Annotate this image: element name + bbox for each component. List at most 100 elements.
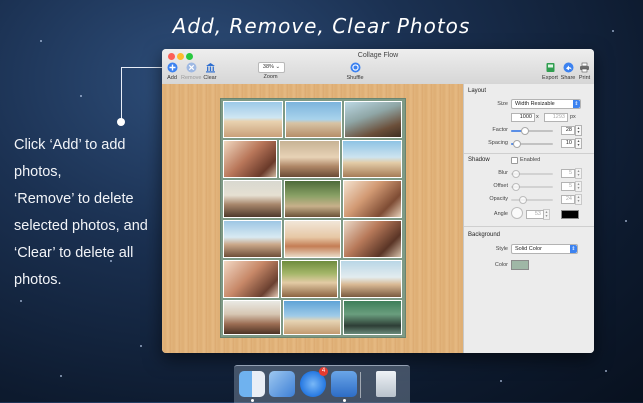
caption-line: ‘Clear’ to delete all photos.	[14, 245, 134, 288]
caption-line: selected photos, and	[14, 218, 148, 234]
spacing-field[interactable]: 10	[561, 139, 575, 148]
shadow-title: Shadow	[468, 157, 490, 163]
collage-photo[interactable]	[342, 140, 402, 178]
callout-line	[121, 67, 122, 121]
color-label: Color	[494, 262, 508, 268]
x-separator: x	[536, 114, 539, 120]
zoom-select[interactable]: 38% ⌄	[258, 62, 285, 73]
angle-stepper[interactable]: ▴ ▾	[543, 209, 550, 220]
remove-button[interactable]: Remove	[181, 62, 201, 81]
shuffle-icon	[350, 62, 361, 73]
angle-label: Angle	[493, 211, 508, 217]
spacing-label: Spacing	[488, 140, 508, 146]
opacity-field[interactable]: 24	[561, 195, 575, 204]
collage-photo[interactable]	[343, 180, 402, 218]
trash-icon[interactable]	[376, 371, 396, 397]
add-label: Add	[167, 75, 177, 81]
factor-slider-knob[interactable]	[521, 127, 529, 135]
collage-photo[interactable]	[285, 101, 342, 138]
collage-photo[interactable]	[223, 220, 282, 258]
collage-photo[interactable]	[343, 300, 402, 335]
zoom-value: 38%	[262, 64, 274, 70]
callout-line-horizontal	[121, 67, 163, 68]
printer-icon	[579, 62, 590, 73]
angle-field[interactable]: 53	[526, 210, 544, 219]
blur-field[interactable]: 5	[561, 169, 575, 178]
window-title: Collage Flow	[357, 52, 399, 59]
export-label: Export	[542, 75, 558, 81]
collage-photo[interactable]	[340, 260, 402, 298]
factor-field[interactable]: 28	[561, 126, 575, 135]
shuffle-button[interactable]: Shuffle	[345, 62, 365, 81]
factor-stepper[interactable]: ▴ ▾	[575, 125, 582, 136]
layout-title: Layout	[468, 88, 487, 94]
app-window: Collage Flow Add Remove Clear 38% ⌄ Zoom	[162, 49, 594, 353]
collage-photo[interactable]	[344, 101, 402, 138]
collage-photo[interactable]	[279, 140, 340, 178]
collage-photo[interactable]	[281, 260, 338, 298]
collage-flow-app-icon[interactable]	[331, 371, 357, 397]
collage-photo[interactable]	[223, 180, 282, 218]
blur-slider-knob[interactable]	[512, 170, 520, 178]
divider	[464, 153, 594, 154]
print-label: Print	[578, 75, 591, 81]
headline: Add, Remove, Clear Photos	[172, 14, 471, 38]
collage-photo[interactable]	[223, 101, 283, 138]
size-label: Size	[497, 101, 508, 107]
chevron-updown-icon: ⇕	[570, 245, 577, 253]
offset-label: Offset	[493, 183, 508, 189]
collage-photo[interactable]	[284, 180, 341, 218]
collage-photo[interactable]	[223, 140, 277, 178]
export-icon	[545, 62, 556, 73]
chevron-updown-icon: ⇕	[573, 100, 580, 108]
wood-canvas	[162, 84, 463, 353]
print-button[interactable]: Print	[577, 62, 592, 81]
collage-photo[interactable]	[223, 300, 281, 335]
offset-slider-knob[interactable]	[512, 183, 520, 191]
shadow-color-well[interactable]	[561, 210, 579, 219]
share-label: Share	[560, 75, 576, 81]
remove-circle-icon	[186, 62, 197, 73]
collage-photo[interactable]	[284, 220, 341, 258]
blur-label: Blur	[498, 170, 508, 176]
photo-collage	[220, 98, 406, 338]
opacity-slider-knob[interactable]	[519, 196, 527, 204]
spacing-stepper[interactable]: ▴ ▾	[575, 138, 582, 149]
collage-photo[interactable]	[283, 300, 341, 335]
caption-line: ‘Remove’ to delete	[14, 191, 134, 207]
height-field[interactable]: 1293	[544, 113, 568, 122]
finder-icon[interactable]	[239, 371, 265, 397]
dock-separator	[360, 372, 361, 398]
enabled-checkbox[interactable]	[511, 157, 518, 164]
blur-stepper[interactable]: ▴ ▾	[575, 168, 582, 179]
bank-icon	[205, 62, 216, 73]
width-field[interactable]: 1000	[511, 113, 535, 122]
share-button[interactable]: Share	[560, 62, 576, 81]
size-select[interactable]: Width Resizable ⇕	[511, 99, 581, 109]
angle-dial[interactable]	[511, 207, 523, 219]
unit-label: px	[570, 114, 576, 120]
background-color-well[interactable]	[511, 260, 529, 270]
offset-stepper[interactable]: ▴ ▾	[575, 181, 582, 192]
style-label: Style	[495, 246, 508, 252]
export-button[interactable]: Export	[541, 62, 559, 81]
opacity-stepper[interactable]: ▴ ▾	[575, 194, 582, 205]
clear-button[interactable]: Clear	[203, 62, 217, 81]
collage-photo[interactable]	[223, 260, 279, 298]
callout-dot	[117, 118, 125, 126]
collage-photo[interactable]	[343, 220, 402, 258]
background-title: Background	[468, 232, 501, 238]
opacity-slider[interactable]	[511, 199, 553, 201]
style-value: Solid Color	[515, 246, 542, 252]
offset-field[interactable]: 5	[561, 182, 575, 191]
caption: Click ‘Add’ to add photos, ‘Remove’ to d…	[14, 132, 164, 294]
shuffle-label: Shuffle	[346, 75, 364, 81]
xcode-icon[interactable]	[269, 371, 295, 397]
enabled-label: Enabled	[520, 157, 541, 163]
spacing-slider-knob[interactable]	[513, 140, 521, 148]
add-button[interactable]: Add	[165, 62, 179, 81]
style-select[interactable]: Solid Color ⇕	[511, 244, 578, 254]
divider	[464, 226, 594, 227]
plus-circle-icon	[167, 62, 178, 73]
titlebar: Collage Flow Add Remove Clear 38% ⌄ Zoom	[162, 49, 594, 85]
